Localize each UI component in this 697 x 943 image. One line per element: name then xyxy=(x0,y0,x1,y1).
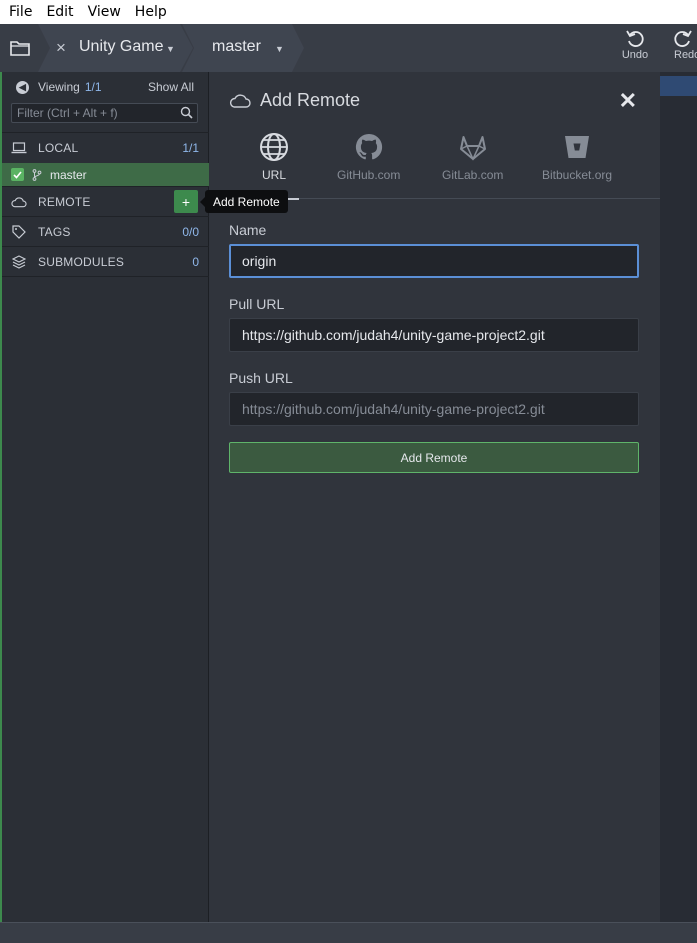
add-remote-submit-button[interactable]: Add Remote xyxy=(229,442,639,473)
tab-bitbucket-label: Bitbucket.org xyxy=(542,168,613,182)
tab-gitlab-label: GitLab.com xyxy=(442,168,504,182)
gitlab-icon xyxy=(459,136,486,161)
sidebar-header: ◀ Viewing 1/1 Show All xyxy=(2,72,209,128)
menu-help[interactable]: Help xyxy=(128,0,174,24)
repo-chevron-down-icon[interactable]: ▼ xyxy=(166,44,175,54)
bitbucket-icon xyxy=(565,136,590,158)
submodules-section[interactable]: SUBMODULES 0 xyxy=(2,246,209,276)
menu-file[interactable]: File xyxy=(2,0,39,24)
tab-bitbucket[interactable]: Bitbucket.org xyxy=(542,132,612,182)
tab-github[interactable]: GitHub.com xyxy=(337,132,400,182)
layers-icon xyxy=(11,254,27,269)
graph-area xyxy=(660,72,697,922)
open-repo-button[interactable] xyxy=(0,24,40,72)
viewing-indicator[interactable]: ◀ Viewing 1/1 xyxy=(16,80,102,94)
undo-icon xyxy=(626,30,644,47)
viewing-label: Viewing xyxy=(38,80,80,94)
name-label: Name xyxy=(229,222,267,238)
close-icon[interactable]: ✕ xyxy=(619,88,637,114)
collapse-arrow-icon[interactable]: ◀ xyxy=(16,80,29,94)
add-remote-tooltip: Add Remote xyxy=(200,190,288,213)
redo-button[interactable]: Redo xyxy=(665,28,697,68)
tab-github-label: GitHub.com xyxy=(337,168,401,182)
close-repo-icon[interactable]: × xyxy=(56,38,66,58)
branch-item-master[interactable]: master xyxy=(2,163,209,186)
submodules-count: 0 xyxy=(192,254,199,269)
menu-view[interactable]: View xyxy=(81,0,128,24)
branch-icon xyxy=(32,168,42,181)
checkbox-checked-icon[interactable] xyxy=(11,168,24,181)
undo-button[interactable]: Undo xyxy=(615,28,655,68)
toolbar: × Unity Game ▼ master ▼ Undo Redo xyxy=(0,24,697,72)
local-count: 1/1 xyxy=(182,140,199,155)
name-field[interactable] xyxy=(231,246,637,276)
globe-icon xyxy=(260,133,288,161)
repo-name[interactable]: Unity Game xyxy=(79,38,163,56)
tab-url[interactable]: URL xyxy=(259,132,289,182)
pull-url-field[interactable] xyxy=(230,319,638,351)
push-url-box xyxy=(229,392,639,426)
tab-gitlab[interactable]: GitLab.com xyxy=(442,132,503,182)
status-bar xyxy=(0,922,697,943)
submodules-label: SUBMODULES xyxy=(38,254,125,269)
menu-bar: File Edit View Help xyxy=(0,0,697,24)
branch-chevron-down-icon[interactable]: ▼ xyxy=(275,44,284,54)
add-remote-button[interactable]: + xyxy=(174,190,198,213)
pull-url-box xyxy=(229,318,639,352)
filter-input[interactable] xyxy=(12,104,172,122)
tags-count: 0/0 xyxy=(182,224,199,239)
filter-box xyxy=(11,103,198,123)
tab-url-label: URL xyxy=(261,168,286,182)
section-divider xyxy=(2,276,209,277)
cloud-icon xyxy=(229,93,251,108)
panel-title-text: Add Remote xyxy=(260,90,361,110)
redo-label: Redo xyxy=(674,49,697,61)
folder-icon xyxy=(10,41,30,56)
tag-icon xyxy=(11,224,27,239)
name-field-box xyxy=(229,244,639,278)
local-section[interactable]: LOCAL 1/1 xyxy=(2,132,209,162)
branch-name[interactable]: master xyxy=(212,38,261,56)
undo-label: Undo xyxy=(621,49,649,61)
menu-edit[interactable]: Edit xyxy=(39,0,80,24)
laptop-icon xyxy=(11,141,27,154)
search-icon xyxy=(180,106,193,119)
provider-tabs: URL GitHub.com GitLab.com Bitbucket.org xyxy=(209,132,660,200)
github-icon xyxy=(355,133,382,160)
panel-title: Add Remote xyxy=(229,90,360,111)
pull-url-label: Pull URL xyxy=(229,296,285,312)
selected-commit-row[interactable] xyxy=(660,76,697,96)
remote-label: REMOTE xyxy=(38,194,91,209)
redo-icon xyxy=(674,30,692,47)
push-url-field[interactable] xyxy=(230,393,638,425)
branch-item-label: master xyxy=(50,167,87,182)
show-all-button[interactable]: Show All xyxy=(148,80,194,94)
tags-section[interactable]: TAGS 0/0 xyxy=(2,216,209,246)
viewing-count: 1/1 xyxy=(84,80,102,94)
local-label: LOCAL xyxy=(38,140,79,155)
tags-label: TAGS xyxy=(38,224,71,239)
push-url-label: Push URL xyxy=(229,370,293,386)
cloud-icon xyxy=(11,196,27,208)
